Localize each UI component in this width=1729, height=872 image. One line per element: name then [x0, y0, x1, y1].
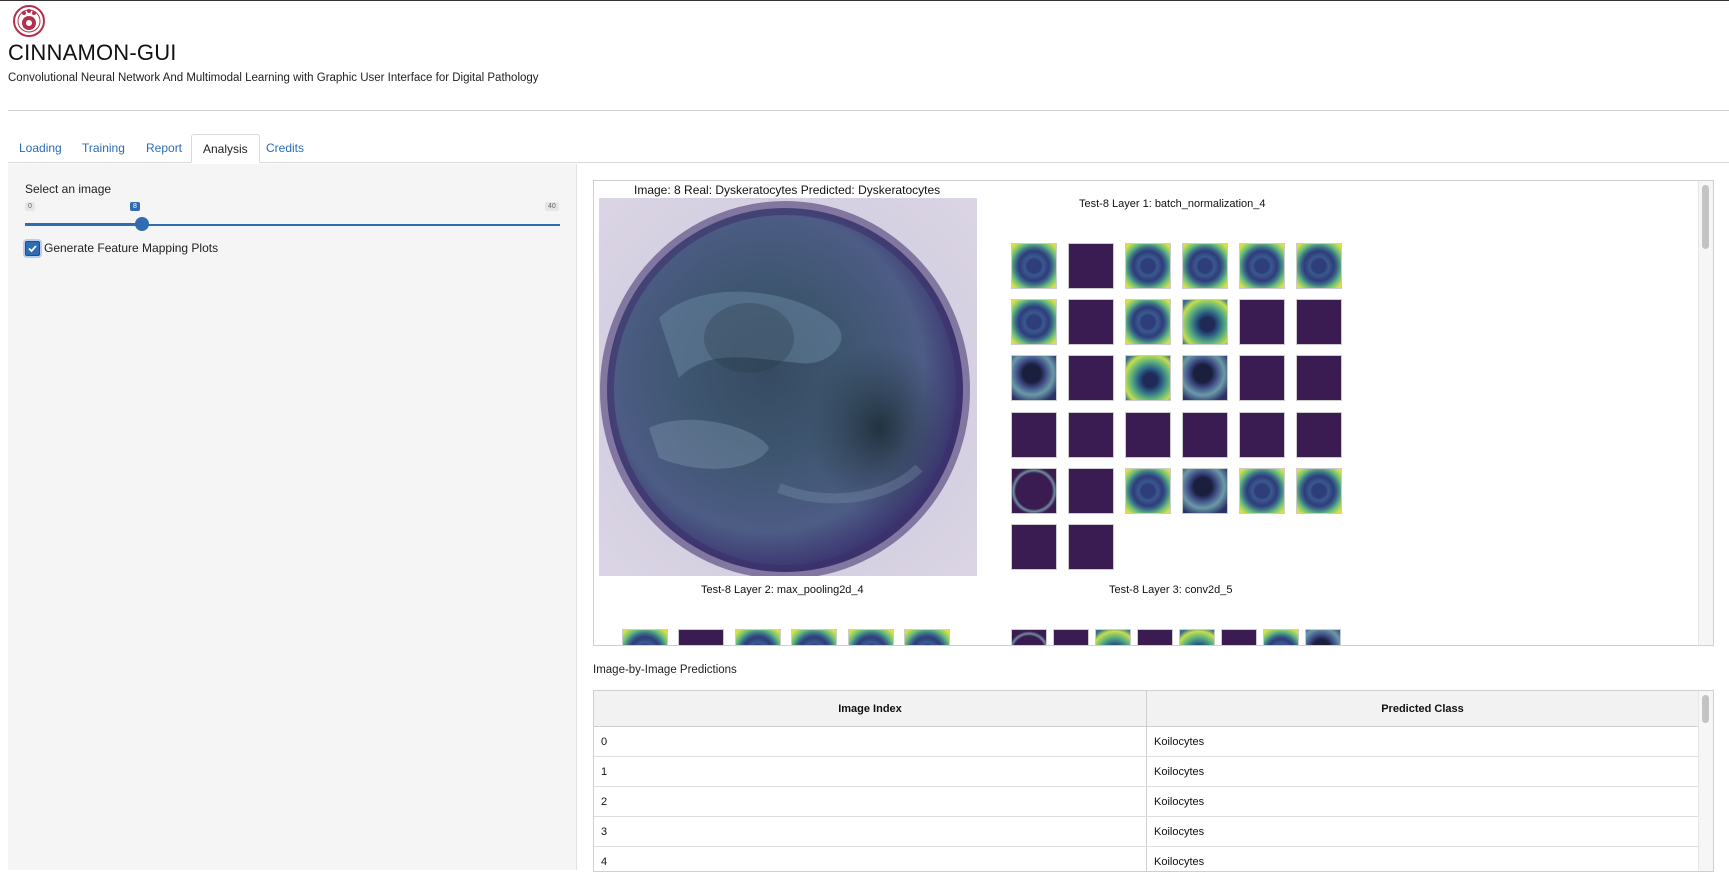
app-title: CINNAMON-GUI [8, 40, 177, 66]
tab-loading[interactable]: Loading [8, 134, 73, 162]
feature-mapping-checkbox[interactable] [25, 241, 40, 256]
feature-map [1296, 299, 1342, 345]
feature-map [1011, 524, 1057, 570]
feature-map [1068, 524, 1114, 570]
feature-map [791, 629, 837, 646]
feature-map [1239, 243, 1285, 289]
cinnamon-logo [12, 4, 46, 38]
feature-map [1125, 299, 1171, 345]
cell-predicted-class: Koilocytes [1147, 787, 1699, 817]
table-scrollbar-thumb[interactable] [1702, 695, 1709, 723]
feature-map [1011, 299, 1057, 345]
slider-handle[interactable] [135, 217, 149, 231]
table-row[interactable]: 0 Koilocytes [594, 727, 1699, 757]
feature-map [1239, 299, 1285, 345]
layer1-title: Test-8 Layer 1: batch_normalization_4 [1079, 198, 1266, 210]
table-row[interactable]: 4 Koilocytes [594, 847, 1699, 872]
feature-mapping-label: Generate Feature Mapping Plots [44, 241, 218, 255]
cell-image-index: 0 [594, 727, 1147, 757]
plot-scrollbar-thumb[interactable] [1702, 185, 1709, 249]
column-header-predicted-class[interactable]: Predicted Class [1147, 691, 1699, 727]
slider-label: Select an image [25, 182, 111, 196]
tab-credits[interactable]: Credits [255, 134, 315, 162]
slider-max-label: 40 [545, 202, 559, 211]
feature-map [1068, 412, 1114, 458]
tab-training[interactable]: Training [71, 134, 136, 162]
feature-map [678, 629, 724, 646]
table-scrollbar[interactable] [1698, 691, 1713, 871]
tab-report[interactable]: Report [135, 134, 193, 162]
cell-image-index: 2 [594, 787, 1147, 817]
table-row[interactable]: 2 Koilocytes [594, 787, 1699, 817]
sidebar-panel: Select an image 0 8 40 Generate Feature … [8, 164, 577, 870]
feature-map-plot-panel[interactable]: Image: 8 Real: Dyskeratocytes Predicted:… [593, 180, 1714, 646]
feature-map [1179, 629, 1215, 646]
feature-map [1125, 468, 1171, 514]
feature-map [1239, 355, 1285, 401]
table-row[interactable]: 1 Koilocytes [594, 757, 1699, 787]
feature-map [1182, 412, 1228, 458]
feature-map [1296, 468, 1342, 514]
table-row[interactable]: 3 Koilocytes [594, 817, 1699, 847]
feature-map [1182, 299, 1228, 345]
feature-map [1053, 629, 1089, 646]
predictions-table[interactable]: Image Index Predicted Class 0 Koilocytes… [593, 690, 1714, 872]
plot-scrollbar[interactable] [1698, 181, 1713, 645]
cell-image-index: 4 [594, 847, 1147, 872]
feature-map [1125, 412, 1171, 458]
feature-map [848, 629, 894, 646]
feature-map [904, 629, 950, 646]
feature-map [1239, 412, 1285, 458]
feature-map [1068, 243, 1114, 289]
feature-map [1011, 243, 1057, 289]
feature-map [1125, 355, 1171, 401]
feature-map [1182, 243, 1228, 289]
cell-predicted-class: Koilocytes [1147, 847, 1699, 872]
feature-map [1068, 299, 1114, 345]
cell-predicted-class: Koilocytes [1147, 757, 1699, 787]
check-icon [26, 242, 39, 255]
feature-map [1011, 355, 1057, 401]
feature-map [1239, 468, 1285, 514]
predictions-label: Image-by-Image Predictions [593, 664, 737, 676]
cell-image-index: 3 [594, 817, 1147, 847]
feature-map [1125, 243, 1171, 289]
feature-map [1011, 629, 1047, 646]
slider-track-fill [25, 223, 139, 226]
feature-map [1068, 355, 1114, 401]
layer3-title: Test-8 Layer 3: conv2d_5 [1109, 584, 1233, 596]
tab-analysis[interactable]: Analysis [191, 134, 260, 163]
cell-image-index: 1 [594, 757, 1147, 787]
feature-map [1137, 629, 1173, 646]
header-divider [8, 110, 1729, 111]
feature-map [1182, 468, 1228, 514]
cell-predicted-class: Koilocytes [1147, 727, 1699, 757]
tab-bar: Loading Training Report Analysis Credits [8, 134, 1729, 163]
feature-map [1296, 412, 1342, 458]
feature-map [1182, 355, 1228, 401]
feature-map [1305, 629, 1341, 646]
feature-map [1296, 243, 1342, 289]
window-top-border [0, 0, 1729, 1]
cell-predicted-class: Koilocytes [1147, 817, 1699, 847]
main-image-title: Image: 8 Real: Dyskeratocytes Predicted:… [634, 183, 940, 197]
layer2-title: Test-8 Layer 2: max_pooling2d_4 [701, 584, 864, 596]
feature-map [622, 629, 668, 646]
feature-map [1011, 412, 1057, 458]
slider-min-label: 0 [25, 202, 35, 211]
feature-map [1221, 629, 1257, 646]
feature-map [735, 629, 781, 646]
feature-map [1011, 468, 1057, 514]
feature-map [1263, 629, 1299, 646]
cell-image [599, 198, 977, 576]
feature-map [1095, 629, 1131, 646]
feature-map [1296, 355, 1342, 401]
slider-value-label: 8 [130, 202, 140, 211]
feature-map [1068, 468, 1114, 514]
column-header-image-index[interactable]: Image Index [594, 691, 1147, 727]
app-subtitle: Convolutional Neural Network And Multimo… [8, 72, 539, 84]
